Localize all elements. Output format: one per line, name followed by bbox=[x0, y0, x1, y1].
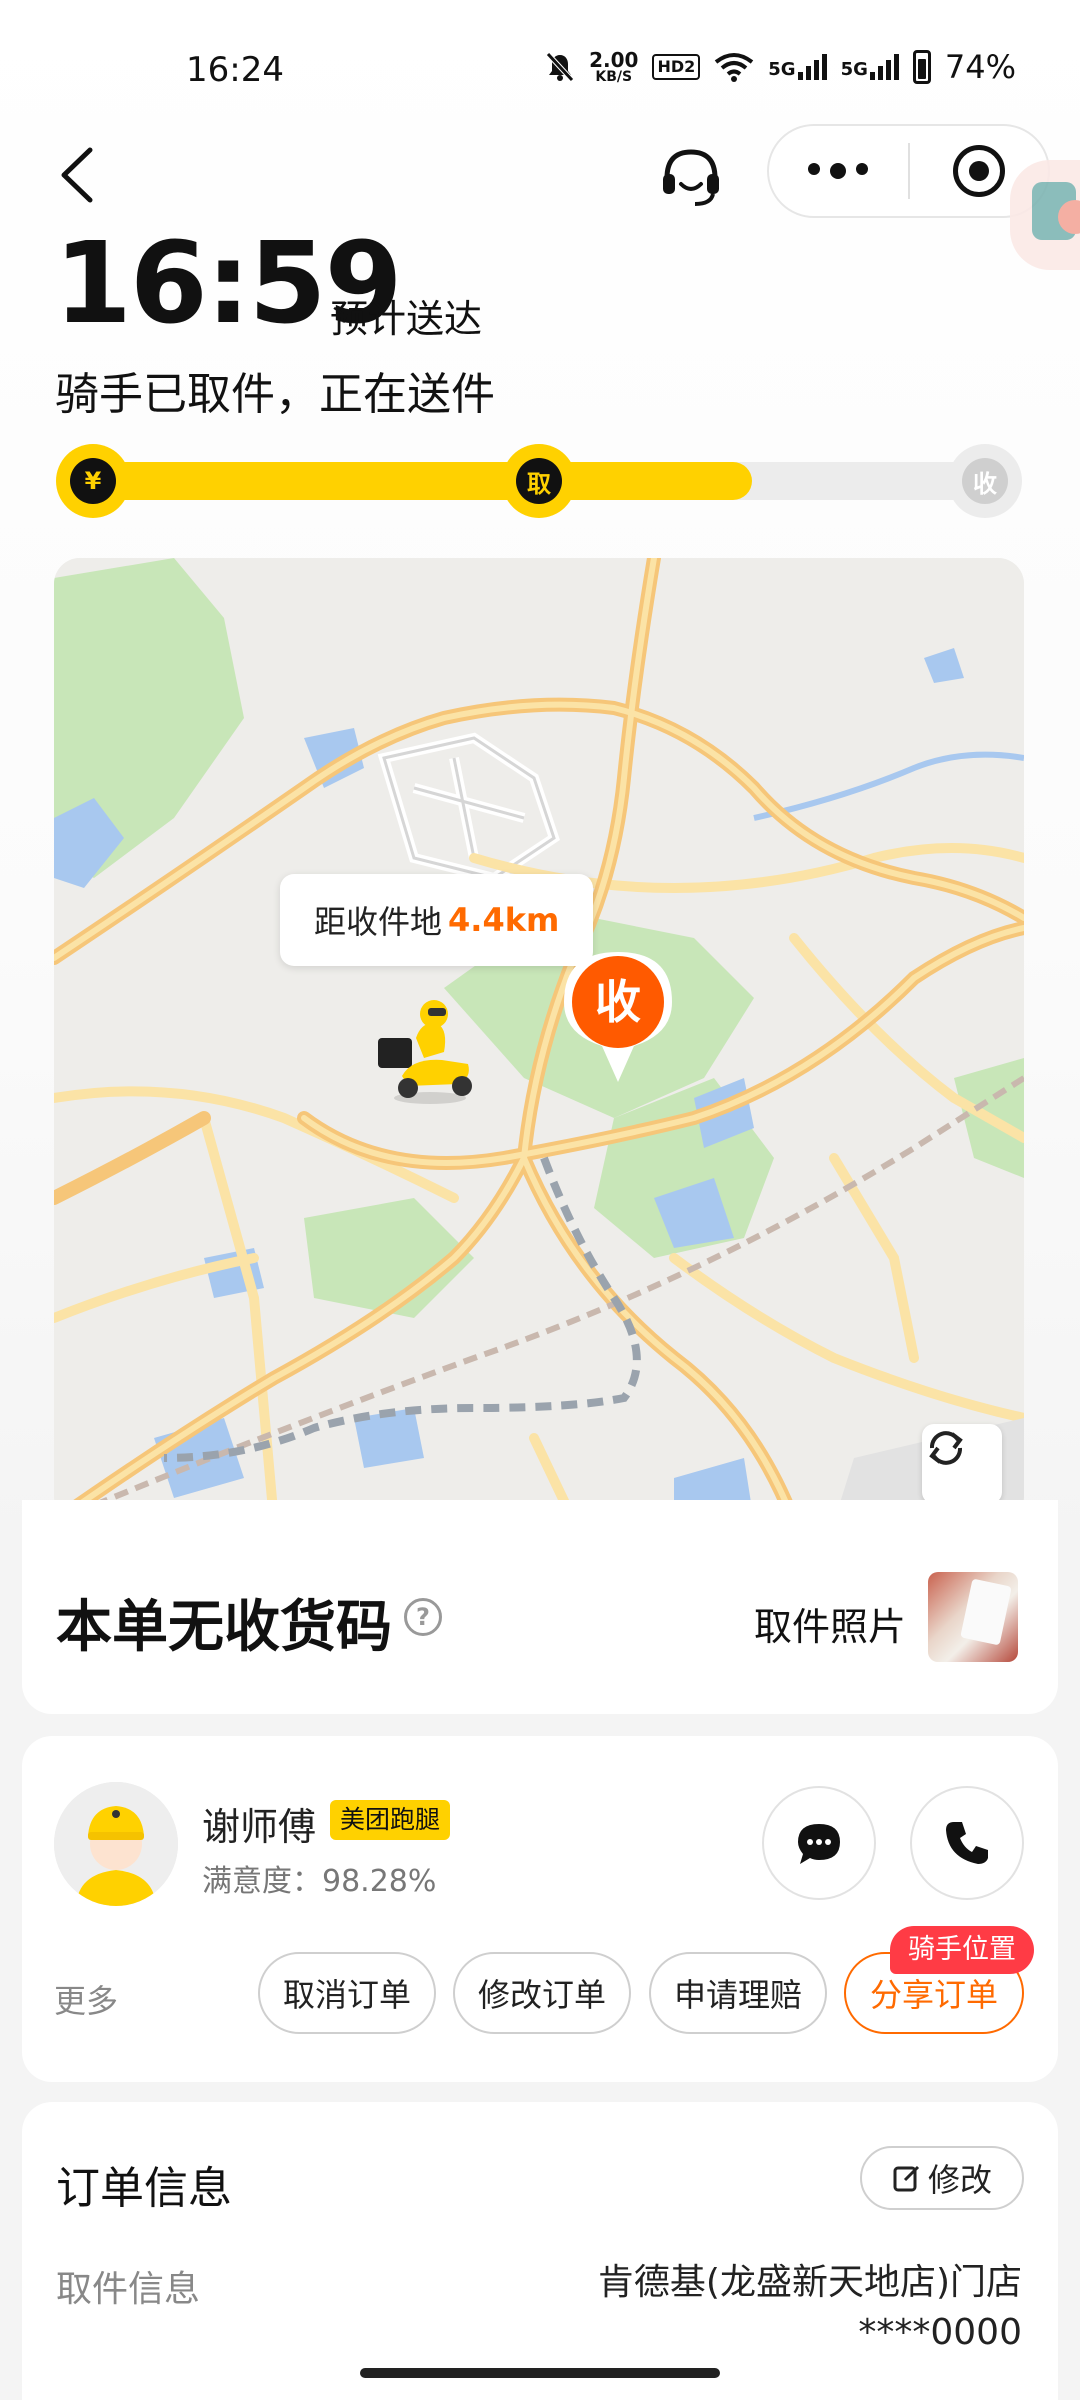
progress-fill bbox=[76, 462, 752, 500]
status-time: 16:24 bbox=[186, 50, 284, 90]
more-actions-label: 更多 bbox=[54, 1982, 119, 2020]
target-icon bbox=[952, 145, 1005, 197]
mute-icon bbox=[546, 52, 574, 82]
eta-label: 预计送达 bbox=[330, 297, 483, 341]
pickup-info-label: 取件信息 bbox=[56, 2269, 201, 2310]
order-info-title: 订单信息 bbox=[56, 2163, 232, 2214]
progress-node-deliver: 收 bbox=[948, 444, 1022, 518]
distance-bubble: 距收件地 4.4km bbox=[280, 874, 594, 966]
delivery-status: 骑手已取件，正在送件 bbox=[55, 369, 495, 420]
edit-order-button[interactable]: 修改 bbox=[860, 2146, 1024, 2210]
rider-satisfaction: 满意度：98.28% bbox=[202, 1864, 437, 1899]
distance-value: 4.4km bbox=[448, 901, 560, 939]
signal-icon: 5G bbox=[768, 54, 827, 80]
back-button[interactable] bbox=[50, 140, 110, 210]
message-rider-button[interactable] bbox=[762, 1786, 876, 1900]
battery-icon bbox=[912, 50, 931, 84]
chat-icon bbox=[798, 1824, 840, 1864]
back-arrow-icon bbox=[61, 147, 93, 203]
wifi-icon bbox=[715, 53, 754, 82]
pickup-photo-thumbnail[interactable] bbox=[928, 1572, 1018, 1662]
modify-order-button[interactable]: 修改订单 bbox=[453, 1952, 631, 2034]
phone-icon bbox=[946, 1822, 988, 1864]
help-icon[interactable]: ? bbox=[404, 1598, 442, 1636]
status-icons: 2.00 KB/S HD2 5G 5G 74% bbox=[545, 48, 1016, 86]
progress-node-paid: ¥ bbox=[56, 444, 130, 518]
delivery-map[interactable]: 距收件地 4.4km 收 bbox=[54, 558, 1024, 1522]
pickup-photo-label[interactable]: 取件照片 bbox=[754, 1596, 906, 1651]
battery-percent: 74% bbox=[944, 48, 1016, 86]
status-bar: 16:24 2.00 KB/S HD2 5G 5G 74% bbox=[0, 0, 1080, 140]
claim-button[interactable]: 申请理赔 bbox=[649, 1952, 827, 2034]
rider-avatar-icon bbox=[54, 1782, 178, 1906]
cancel-order-button[interactable]: 取消订单 bbox=[258, 1952, 436, 2034]
mini-program-capsule bbox=[767, 124, 1050, 218]
progress-node-pickup: 取 bbox=[502, 444, 576, 518]
edit-icon bbox=[893, 2165, 920, 2192]
refresh-map-button[interactable] bbox=[922, 1424, 1002, 1504]
destination-pin[interactable]: 收 bbox=[560, 948, 676, 1084]
headset-icon bbox=[663, 149, 719, 206]
scooter-rider-icon bbox=[378, 1000, 472, 1104]
hd-icon: HD2 bbox=[652, 54, 701, 80]
rider-name: 谢师傅 bbox=[202, 1805, 317, 1849]
order-info-card: 订单信息 修改 取件信息 肯德基(龙盛新天地店)门店 ****0000 bbox=[22, 2102, 1058, 2400]
pickup-info-value: 肯德基(龙盛新天地店)门店 ****0000 bbox=[598, 2258, 1022, 2358]
pickup-phone: ****0000 bbox=[858, 2312, 1022, 2353]
no-code-title: 本单无收货码 bbox=[56, 1595, 392, 1660]
rider-marker[interactable] bbox=[372, 998, 482, 1108]
refresh-icon bbox=[929, 1431, 963, 1465]
customer-service-button[interactable] bbox=[655, 140, 727, 212]
brand-badge: 美团跑腿 bbox=[330, 1800, 451, 1840]
rider-card: 谢师傅 美团跑腿 满意度：98.28% 更多 取消订单 修改订单 申请理赔 分享… bbox=[22, 1736, 1058, 2082]
edit-label: 修改 bbox=[927, 2161, 992, 2199]
map-tiles bbox=[54, 558, 1024, 1522]
pin-label: 收 bbox=[595, 975, 641, 1029]
distance-label: 距收件地 bbox=[314, 903, 443, 941]
delivery-progress: ¥ 取 收 bbox=[56, 444, 1022, 518]
rider-avatar bbox=[54, 1782, 178, 1906]
floating-widget[interactable] bbox=[1010, 160, 1080, 270]
call-rider-button[interactable] bbox=[910, 1786, 1024, 1900]
net-speed: 2.00 KB/S bbox=[589, 48, 639, 85]
more-dots-icon[interactable] bbox=[769, 163, 908, 179]
home-indicator[interactable] bbox=[360, 2368, 720, 2378]
rider-location-tag: 骑手位置 bbox=[890, 1926, 1034, 1974]
signal-icon-2: 5G bbox=[841, 54, 899, 80]
pickup-store: 肯德基(龙盛新天地店)门店 bbox=[597, 2262, 1022, 2303]
receipt-code-card: 本单无收货码 ? 取件照片 bbox=[22, 1500, 1058, 1714]
